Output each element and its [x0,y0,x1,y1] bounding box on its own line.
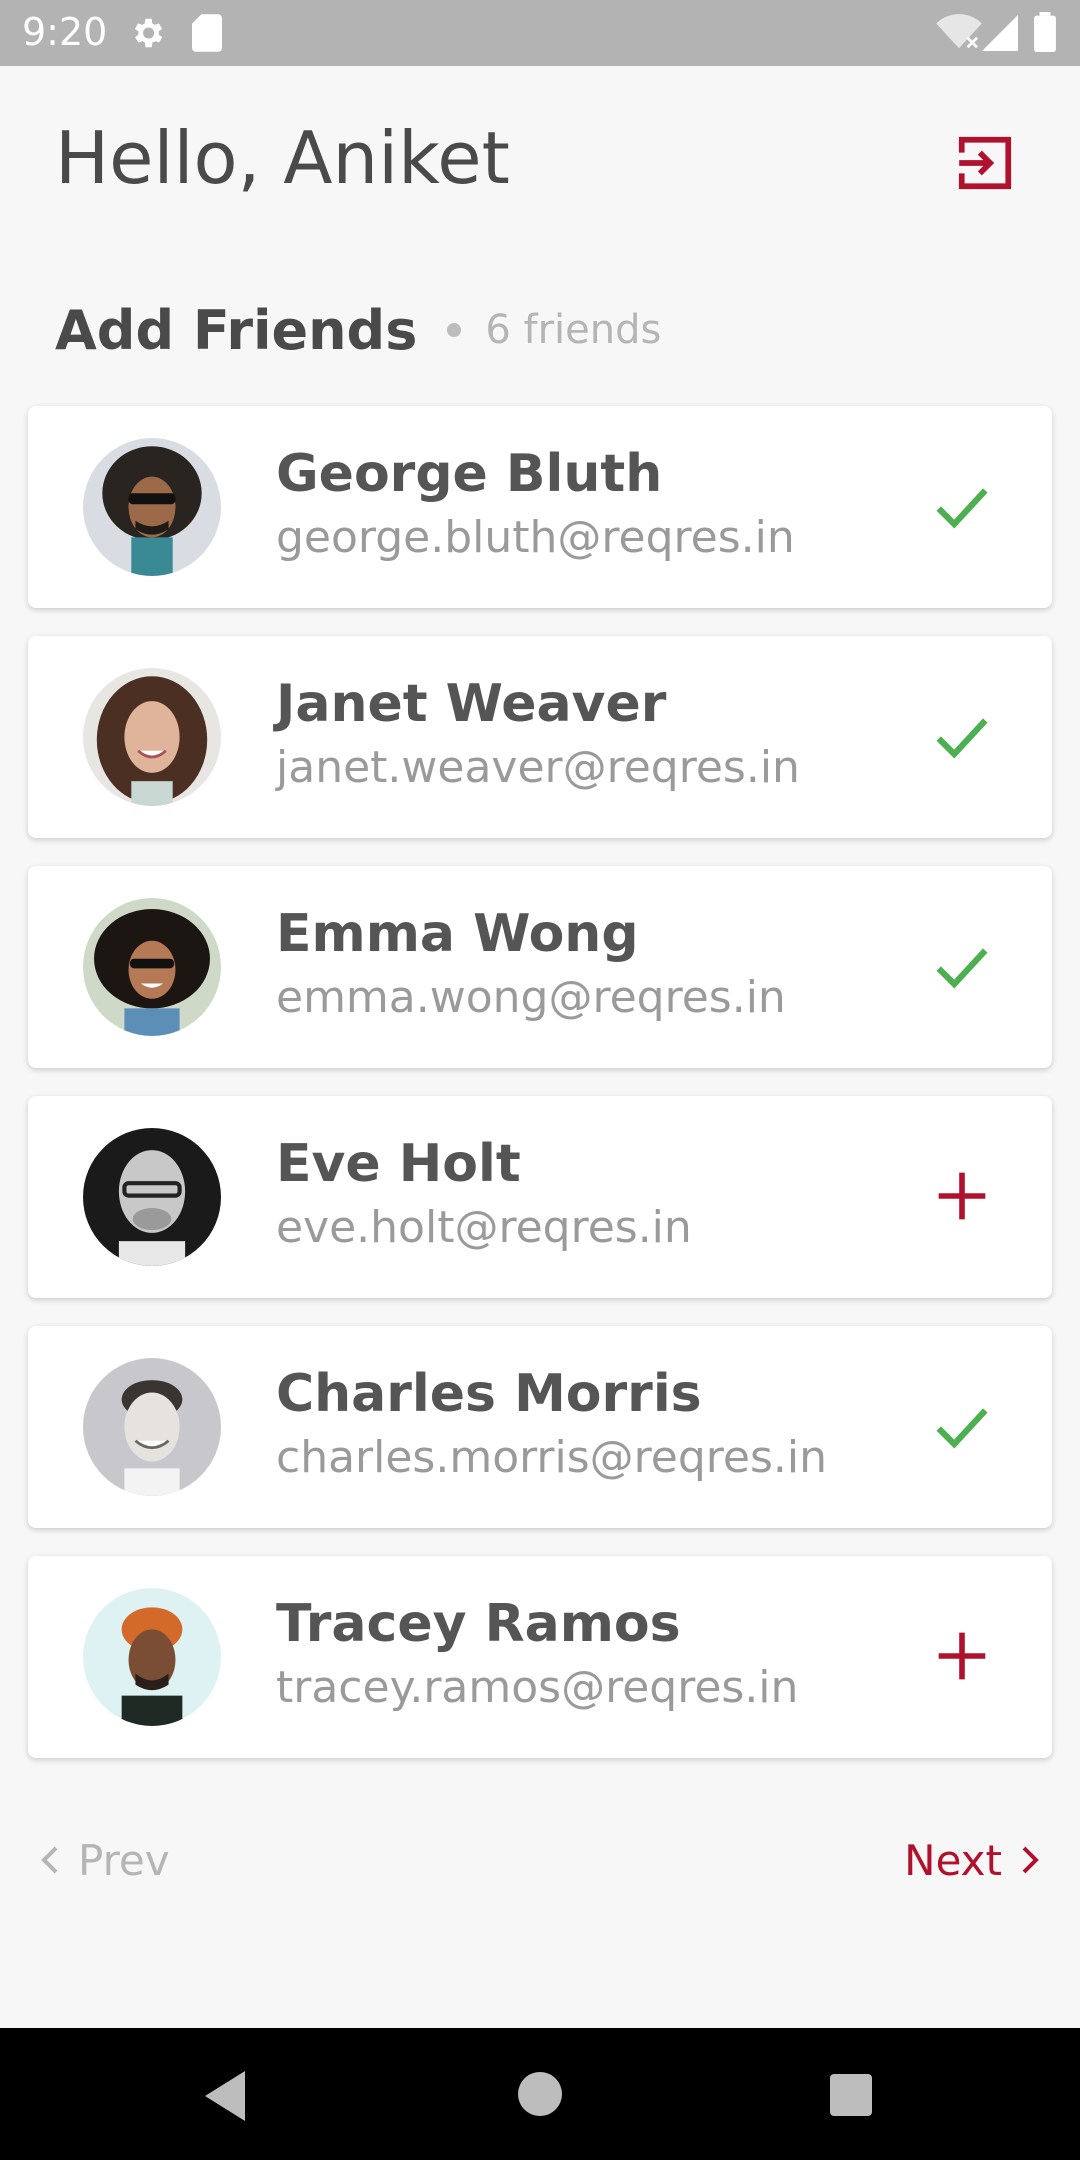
signal-icon [982,15,1018,51]
friend-email: janet.weaver@reqres.in [276,742,800,793]
friend-name: George Bluth [276,444,663,504]
avatar [83,1128,221,1266]
friend-name: Janet Weaver [276,674,667,734]
friend-name: Emma Wong [276,904,639,964]
avatar [83,1588,221,1726]
system-nav-bar [0,2028,1080,2160]
gear-icon [134,18,163,48]
plus-icon [938,1172,986,1220]
avatar [83,438,221,576]
friend-card[interactable]: Charles Morris charles.morris@reqres.in [28,1326,1052,1528]
friend-email: emma.wong@reqres.in [276,972,786,1023]
check-icon [936,948,988,989]
friend-card[interactable]: Emma Wong emma.wong@reqres.in [28,866,1052,1068]
recents-icon[interactable] [830,2074,872,2116]
added-check-button[interactable] [924,928,1000,1004]
back-icon[interactable] [200,2070,250,2122]
check-icon [936,718,988,759]
friends-count: 6 friends [485,307,662,353]
battery-icon [1034,12,1056,52]
sd-card-icon [192,14,222,52]
check-icon [936,488,988,529]
separator-dot [447,323,462,337]
friend-email: tracey.ramos@reqres.in [276,1662,799,1713]
next-page-button[interactable]: Next [904,1830,1040,1890]
friend-email: charles.morris@reqres.in [276,1432,828,1483]
home-icon[interactable] [518,2072,562,2116]
section-title: Add Friends [55,298,418,362]
friends-list: George Bluth george.bluth@reqres.in Jane… [28,406,1052,1786]
friend-card[interactable]: George Bluth george.bluth@reqres.in [28,406,1052,608]
chevron-left-icon [41,1846,58,1874]
added-check-button[interactable] [924,698,1000,774]
friend-email: george.bluth@reqres.in [276,512,795,563]
status-bar: 9:20 [0,0,1080,66]
friend-email: eve.holt@reqres.in [276,1202,692,1253]
avatar [83,1358,221,1496]
wifi-off-icon [936,14,982,49]
prev-page-button[interactable]: Prev [40,1830,170,1890]
avatar [83,898,221,1036]
status-time: 9:20 [22,10,108,54]
greeting-title: Hello, Aniket [55,116,510,200]
friend-card[interactable]: Tracey Ramos tracey.ramos@reqres.in [28,1556,1052,1758]
added-check-button[interactable] [924,1388,1000,1464]
plus-icon [938,1632,986,1680]
logout-icon [958,136,1012,190]
logout-button[interactable] [952,130,1018,196]
next-label: Next [904,1835,1002,1885]
avatar [83,668,221,806]
friend-name: Charles Morris [276,1364,702,1424]
added-check-button[interactable] [924,468,1000,544]
add-friend-button[interactable] [924,1618,1000,1694]
chevron-right-icon [1022,1846,1039,1874]
check-icon [936,1408,988,1449]
add-friend-button[interactable] [924,1158,1000,1234]
friend-card[interactable]: Janet Weaver janet.weaver@reqres.in [28,636,1052,838]
friend-name: Eve Holt [276,1134,521,1194]
friend-name: Tracey Ramos [276,1594,681,1654]
prev-label: Prev [78,1835,170,1885]
section-header: Add Friends 6 friends [55,290,661,370]
friend-card[interactable]: Eve Holt eve.holt@reqres.in [28,1096,1052,1298]
